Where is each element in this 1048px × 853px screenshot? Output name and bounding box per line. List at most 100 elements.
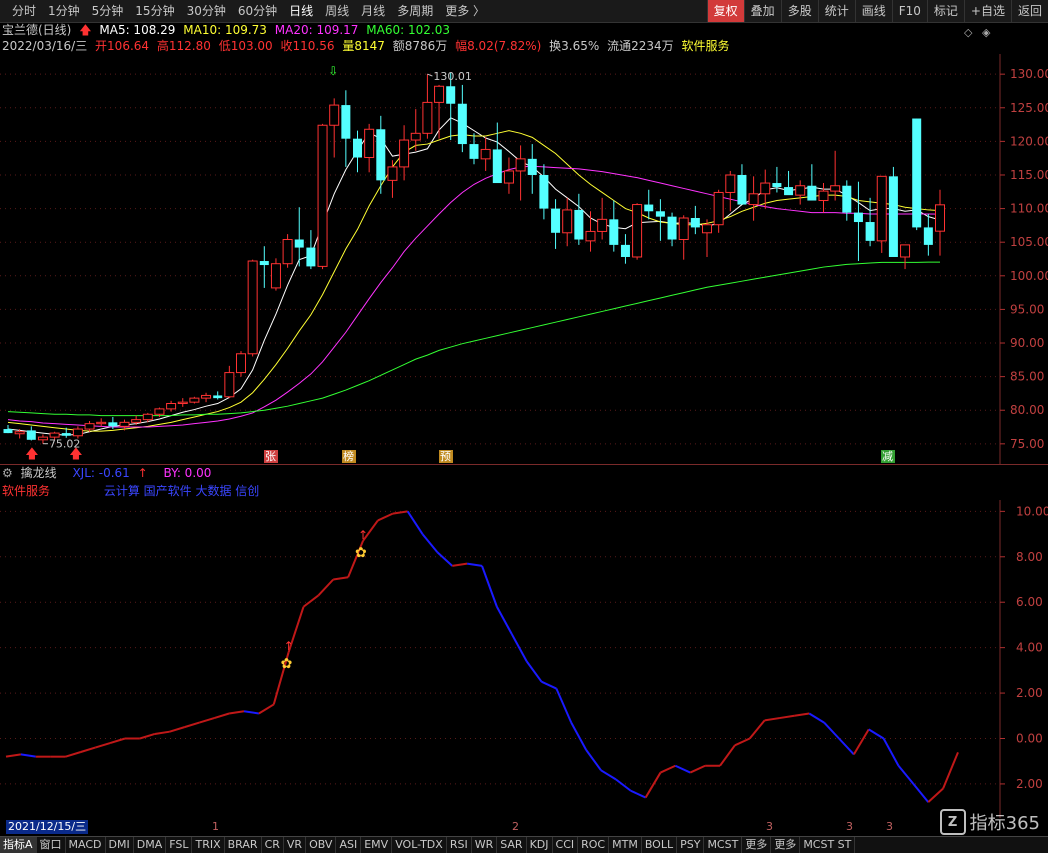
buy-signal-icon: ↑ (358, 528, 368, 542)
main-chart-header: 宝兰德(日线) 🡅 MA5: 108.29 MA10: 109.73 MA20:… (0, 22, 1000, 54)
y-tick-label: 90.00 (1010, 336, 1044, 350)
ma-line-ma60 (7, 261, 940, 417)
tool-button[interactable]: +自选 (963, 0, 1011, 22)
tool-button[interactable]: 返回 (1010, 0, 1048, 22)
indicator-tab[interactable]: BRAR (225, 837, 262, 853)
indicator-tab[interactable]: KDJ (527, 837, 553, 853)
settings-icon[interactable]: ◈ (982, 26, 990, 39)
indicator-tab[interactable]: MCST (704, 837, 743, 853)
candle-body (713, 191, 724, 226)
quote-close: 收110.56 (280, 39, 335, 53)
time-axis: 1 2 3 3 3 (0, 820, 1000, 834)
period-tab[interactable]: 5分钟 (86, 0, 130, 22)
period-tab[interactable]: 1分钟 (42, 0, 86, 22)
candle-body (399, 139, 410, 168)
quote-date: 2022/03/16/三 (2, 39, 88, 53)
period-tab[interactable]: 30分钟 (181, 0, 232, 22)
period-tab[interactable]: 更多 〉 (439, 0, 491, 22)
candle-body (784, 187, 794, 196)
indicator-tab[interactable]: DMA (134, 837, 167, 853)
xjl-segment (466, 562, 483, 567)
high-pointer (427, 73, 433, 77)
xjl-segment (436, 551, 453, 567)
candle-body (480, 148, 491, 160)
tool-button[interactable]: F10 (891, 0, 927, 22)
period-tab[interactable]: 日线 (283, 0, 319, 22)
period-tab[interactable]: 分时 (6, 0, 42, 22)
indicator-tab[interactable]: TRIX (192, 837, 225, 853)
tool-button[interactable]: 复权 (706, 0, 744, 22)
xjl-segment (719, 744, 736, 767)
tool-button[interactable]: 叠加 (743, 0, 781, 22)
period-toolbar: 分时 1分钟 5分钟 15分钟 30分钟 60分钟 日线 周线 月线 多周期 更多 〉 复权 叠加 多股… (0, 0, 1048, 23)
period-tab[interactable]: 周线 (319, 0, 355, 22)
y-tick-label: 95.00 (1010, 302, 1044, 316)
tool-button[interactable]: 标记 (926, 0, 964, 22)
candle-body (154, 408, 165, 415)
indicator-tab[interactable]: VOL-TDX (392, 837, 447, 853)
xjl-segment (199, 717, 215, 724)
crosshair-date: 2021/12/15/三 (6, 820, 89, 834)
quote-turnover: 换3.65% (549, 39, 600, 53)
xjl-segment (139, 733, 156, 740)
indicator-chart[interactable]: 2.00 0.00 2.00 4.00 6.00 8.00 10.00 ↑ ✿ ↑ ✿ (0, 500, 1048, 818)
candlestick-chart[interactable]: 75.00 80.00 85.00 90.00 95.00 100.00 105.00 110… (0, 54, 1048, 464)
indicator-tab[interactable]: CR (262, 837, 284, 853)
xjl-segment (452, 562, 468, 567)
y-tick-label: 105.00 (1010, 235, 1048, 249)
tool-button[interactable]: 统计 (817, 0, 855, 22)
xjl-segment (585, 749, 602, 771)
indicator-tab[interactable]: 指标A (0, 837, 37, 853)
tool-button[interactable]: 多股 (780, 0, 818, 22)
candle-body (108, 422, 118, 427)
indicator-tab[interactable]: MACD (66, 837, 106, 853)
event-marker-label: 榜 (343, 449, 354, 463)
indicator-tab[interactable]: MCST ST (800, 837, 856, 853)
indicator-sector: 软件服务 (2, 484, 51, 498)
indicator-toggle-icon[interactable]: ⚙ (2, 466, 13, 480)
period-tab[interactable]: 60分钟 (232, 0, 283, 22)
xjl-segment (600, 769, 617, 781)
indicator-tab[interactable]: FSL (166, 837, 193, 853)
period-tab[interactable]: 15分钟 (129, 0, 180, 22)
indicator-tab[interactable]: VR (284, 837, 307, 853)
indicator-tab[interactable]: MTM (609, 837, 642, 853)
indicator-tab[interactable]: RSI (447, 837, 472, 853)
period-tab[interactable]: 多周期 (391, 0, 439, 22)
candle-body (213, 395, 223, 399)
xjl-segment (674, 764, 691, 774)
xjl-segment (897, 765, 915, 785)
xjl-segment (912, 783, 930, 803)
ma-line-ma20 (7, 165, 941, 428)
diamond-icon[interactable]: ◇ (964, 26, 972, 39)
candle-body (387, 166, 398, 181)
indicator-tab[interactable]: DMI (106, 837, 134, 853)
indicator-tab[interactable]: ASI (336, 837, 362, 853)
up-signal-icon: 🡅 (25, 447, 38, 462)
xjl-segment (927, 787, 944, 803)
event-marker-label: 减 (882, 450, 893, 463)
indicator-tab[interactable]: 更多 (742, 837, 772, 853)
indicator-tab[interactable]: EMV (361, 837, 393, 853)
watermark-logo: Z 指标365 (939, 808, 1040, 836)
indicator-tab[interactable]: CCI (553, 837, 579, 853)
indicator-tab[interactable]: PSY (677, 837, 705, 853)
candle-body (72, 428, 83, 437)
quote-open: 开106.64 (95, 39, 150, 53)
indicator-tab[interactable]: OBV (306, 837, 337, 853)
xjl-segment (689, 764, 706, 774)
xjl-segment (660, 764, 676, 774)
indicator-tab[interactable]: 窗口 (37, 837, 66, 853)
quote-amount: 额8786万 (392, 39, 448, 53)
indicator-tab[interactable]: ROC (578, 837, 610, 853)
period-tab[interactable]: 月线 (355, 0, 391, 22)
indicator-tab[interactable]: WR (472, 837, 498, 853)
indicator-tab[interactable]: 更多 (771, 837, 801, 853)
candle-body (935, 204, 945, 232)
y-tick-label: 115.00 (1010, 168, 1048, 182)
month-mark: 1 (212, 820, 219, 833)
indicator-tab[interactable]: SAR (497, 837, 527, 853)
tool-button[interactable]: 画线 (854, 0, 892, 22)
indicator-tab[interactable]: BOLL (642, 837, 678, 853)
xjl-segment (808, 712, 825, 724)
